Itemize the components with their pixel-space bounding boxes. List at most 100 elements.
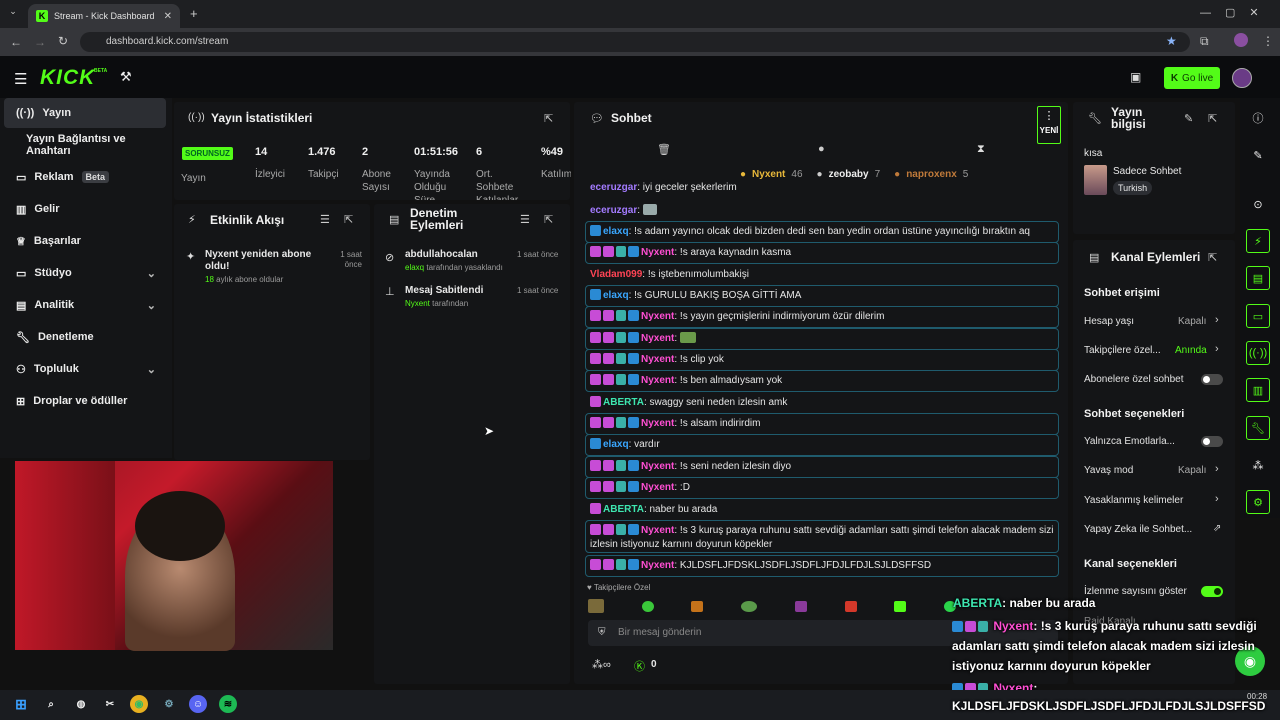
chat-username[interactable]: Nyxent bbox=[641, 375, 674, 386]
info-panel-icon[interactable]: ▥ bbox=[1246, 378, 1270, 402]
emote-icon[interactable] bbox=[691, 600, 704, 612]
chat-username[interactable]: Vladam099 bbox=[590, 269, 642, 280]
popout-icon[interactable]: ⇱ bbox=[544, 112, 553, 125]
chat-username[interactable]: Nyxent bbox=[641, 461, 674, 472]
emote-icon[interactable] bbox=[588, 599, 604, 613]
steam-icon[interactable]: ⚙ bbox=[160, 695, 178, 713]
sidebar-item-studyo[interactable]: ▭ Stüdyo ⌄ bbox=[4, 258, 166, 288]
chevron-right-icon[interactable]: › bbox=[1215, 343, 1219, 355]
chevron-right-icon[interactable]: › bbox=[1215, 493, 1219, 505]
chat-icon[interactable]: ▭ bbox=[1246, 304, 1270, 328]
extensions-icon[interactable]: ⧉ bbox=[1200, 34, 1209, 49]
info-icon[interactable]: ⓘ bbox=[1246, 106, 1270, 130]
popout-icon[interactable]: ⇱ bbox=[1208, 251, 1217, 264]
wrench-icon[interactable]: 🔧︎ bbox=[1246, 416, 1270, 440]
broadcast-icon[interactable]: ((·)) bbox=[1246, 341, 1270, 365]
camera-icon[interactable]: ▣ bbox=[1130, 70, 1141, 84]
chat-username[interactable]: Nyxent bbox=[641, 418, 674, 429]
browser-tab[interactable]: K Stream - Kick Dashboard ✕ bbox=[28, 4, 180, 28]
filter-icon[interactable]: ☰ bbox=[320, 213, 330, 226]
go-live-button[interactable]: K Go live bbox=[1164, 67, 1220, 89]
external-link-icon[interactable]: ⇗ bbox=[1213, 523, 1221, 534]
menu-icon[interactable]: ⋮ bbox=[1262, 34, 1274, 48]
obs-icon[interactable]: ◍ bbox=[72, 695, 90, 713]
chevron-right-icon[interactable]: › bbox=[1215, 314, 1219, 326]
sidebar-item-droplar[interactable]: ⊞ Droplar ve ödüller bbox=[4, 386, 166, 416]
sidebar-item-denetleme[interactable]: 🔧︎ Denetleme bbox=[4, 322, 166, 352]
chat-username[interactable]: Nyxent bbox=[641, 311, 674, 322]
chat-username[interactable]: elaxq bbox=[603, 226, 629, 237]
emote-only-toggle[interactable] bbox=[1201, 436, 1223, 447]
spotify-icon[interactable]: ≋ bbox=[219, 695, 237, 713]
profile-avatar[interactable] bbox=[1234, 33, 1248, 47]
emote-icon[interactable] bbox=[741, 600, 758, 612]
close-icon[interactable]: ✕ bbox=[164, 11, 172, 22]
window-controls[interactable]: —▢✕ bbox=[1200, 6, 1273, 19]
chat-username[interactable]: elaxq bbox=[603, 290, 629, 301]
chat-username[interactable]: Nyxent bbox=[641, 333, 674, 344]
discord-icon[interactable]: ☺ bbox=[189, 695, 207, 713]
chat-username[interactable]: Nyxent bbox=[641, 247, 674, 258]
camera-icon[interactable]: ⊙ bbox=[1246, 192, 1270, 216]
chat-username[interactable]: eceruzgar bbox=[590, 205, 637, 216]
document-icon[interactable]: ▤ bbox=[1246, 266, 1270, 290]
chat-username[interactable]: Nyxent bbox=[641, 482, 674, 493]
kick-logo[interactable]: KICK bbox=[40, 66, 95, 90]
capcut-icon[interactable]: ✂ bbox=[101, 695, 119, 713]
sidebar-item-yayin[interactable]: ((·)) Yayın bbox=[4, 98, 166, 128]
trash-icon[interactable]: 🗑︎ bbox=[657, 143, 671, 156]
search-icon[interactable]: ⌕ bbox=[42, 695, 60, 713]
setting-label[interactable]: Hesap yaşı bbox=[1084, 316, 1134, 327]
setting-label[interactable]: Yavaş mod bbox=[1084, 465, 1133, 476]
sidebar-item-topluluk[interactable]: ⚇ Topluluk ⌄ bbox=[4, 354, 166, 384]
sidebar-item-analitik[interactable]: ▤ Analitik ⌄ bbox=[4, 290, 166, 320]
bookmark-star-icon[interactable]: ★ bbox=[1166, 34, 1177, 48]
windows-start-icon[interactable]: ⊞ bbox=[12, 695, 30, 713]
sidebar-item-gelir[interactable]: ▥ Gelir bbox=[4, 194, 166, 224]
sidebar-item-reklam[interactable]: ▭ Reklam Beta bbox=[4, 162, 166, 192]
new-tab-icon[interactable]: + bbox=[190, 6, 198, 21]
hourglass-icon[interactable]: ⧗ bbox=[977, 143, 985, 156]
setting-label[interactable]: Yapay Zeka ile Sohbet... bbox=[1084, 524, 1192, 535]
setting-value[interactable]: Anında bbox=[1175, 345, 1207, 356]
show-viewcount-toggle[interactable] bbox=[1201, 586, 1223, 597]
pencil-icon[interactable]: ✎ bbox=[1246, 143, 1270, 167]
url-field[interactable]: dashboard.kick.com/stream bbox=[80, 32, 1190, 52]
category-name[interactable]: Sadece Sohbet bbox=[1113, 166, 1181, 177]
hammer-icon[interactable]: ⚒ bbox=[120, 69, 132, 85]
emote-icon[interactable] bbox=[894, 600, 907, 612]
popout-icon[interactable]: ⇱ bbox=[1208, 112, 1217, 125]
chat-username[interactable]: elaxq bbox=[603, 439, 629, 450]
setting-value[interactable]: Kapalı bbox=[1178, 465, 1206, 476]
reload-icon[interactable]: ↻ bbox=[58, 34, 68, 48]
sidebar-item-stream-key[interactable]: Yayın Bağlantısı ve Anahtarı bbox=[4, 130, 166, 160]
setting-label[interactable]: Yasaklanmış kelimeler bbox=[1084, 495, 1183, 506]
subscribers-only-toggle[interactable] bbox=[1201, 374, 1223, 385]
chrome-icon[interactable]: ◉ bbox=[130, 695, 148, 713]
setting-value[interactable]: Kapalı bbox=[1178, 316, 1206, 327]
chat-username[interactable]: ABERTA bbox=[603, 397, 644, 408]
sidebar-item-basarilar[interactable]: ♕ Başarılar bbox=[4, 226, 166, 256]
chat-username[interactable]: ABERTA bbox=[603, 504, 644, 515]
people-icon[interactable]: ⁂ bbox=[1246, 453, 1270, 477]
forward-icon[interactable]: → bbox=[34, 35, 46, 49]
filter-icon[interactable]: ☰ bbox=[520, 213, 530, 226]
setting-label[interactable]: Takipçilere özel... bbox=[1084, 345, 1161, 356]
chat-username[interactable]: Nyxent bbox=[641, 525, 674, 536]
kick-points-icon[interactable]: ⁂∞ bbox=[592, 658, 611, 671]
popout-icon[interactable]: ⇱ bbox=[344, 213, 353, 226]
bolt-icon[interactable]: ⚡︎ bbox=[1246, 229, 1270, 253]
hamburger-icon[interactable]: ☰ bbox=[14, 70, 27, 88]
kicks-icon[interactable]: Ⓚ bbox=[634, 658, 645, 674]
chat-username[interactable]: Nyxent bbox=[641, 560, 674, 571]
user-avatar[interactable] bbox=[1232, 68, 1252, 88]
chevron-right-icon[interactable]: › bbox=[1215, 463, 1219, 475]
back-icon[interactable]: ← bbox=[10, 35, 22, 49]
settings-icon[interactable]: ⚙ bbox=[1246, 490, 1270, 514]
tab-list-icon[interactable]: ⌄ bbox=[6, 6, 20, 20]
emote-icon[interactable] bbox=[641, 600, 654, 612]
chat-options-button[interactable]: ⋮ YENİ bbox=[1037, 106, 1061, 144]
pencil-icon[interactable]: ✎ bbox=[1184, 112, 1193, 125]
emote-icon[interactable] bbox=[844, 600, 857, 612]
chat-username[interactable]: Nyxent bbox=[641, 354, 674, 365]
